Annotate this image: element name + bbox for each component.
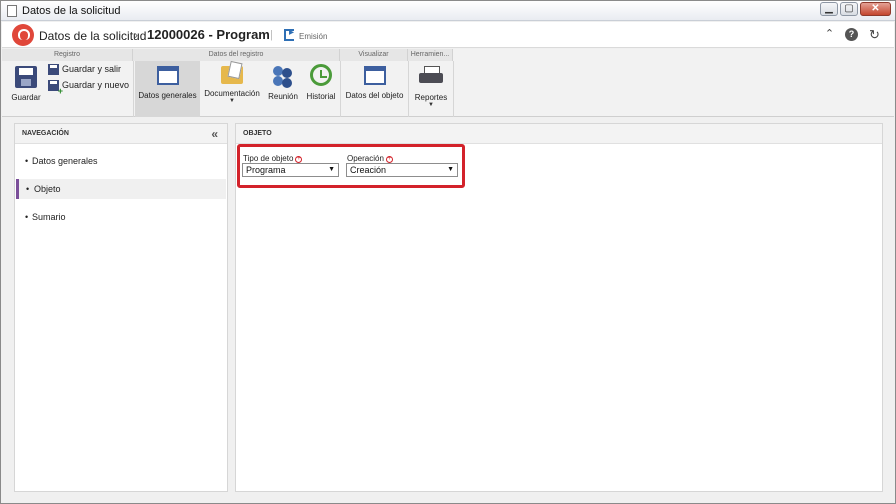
save-new-icon: [48, 80, 63, 96]
save-new-label: Guardar y nuevo: [62, 80, 130, 90]
dropdown-arrow-icon: ▼: [428, 102, 434, 108]
printer-icon: [419, 66, 443, 86]
object-title: OBJETO: [243, 130, 272, 137]
highlight-box: [237, 144, 465, 188]
nav-item-label: Datos generales: [32, 156, 98, 166]
history-label: Historial: [306, 92, 336, 101]
group-title-visualizar: Visualizar: [340, 49, 408, 61]
navigation-panel: NAVEGACIÓN « • Datos generales • Objeto …: [14, 123, 228, 492]
history-clock-icon: [310, 64, 332, 86]
folder-documents-icon: [221, 66, 243, 84]
emission-icon[interactable]: [284, 27, 294, 41]
window-icon: [363, 66, 386, 85]
reports-button[interactable]: Reportes ▼: [411, 66, 451, 108]
save-exit-label: Guardar y salir: [62, 64, 122, 74]
app-logo-icon: [12, 24, 34, 46]
group-divider: [408, 61, 409, 117]
app-name: Datos de la solicitud: [39, 29, 147, 43]
navigation-title: NAVEGACIÓN: [22, 130, 69, 137]
navigation-header: NAVEGACIÓN «: [15, 124, 227, 144]
nav-item-datos-generales[interactable]: • Datos generales: [16, 151, 226, 171]
object-header: OBJETO: [236, 124, 882, 144]
group-divider: [133, 61, 134, 117]
people-icon: [271, 64, 295, 86]
save-icon: [15, 66, 37, 88]
chevron-right-icon: ›: [134, 28, 138, 42]
save-new-button[interactable]: Guardar y nuevo: [48, 80, 130, 96]
meeting-button[interactable]: Reunión: [266, 64, 300, 101]
group-divider: [340, 61, 341, 117]
record-title: 12000026 - Program: [147, 27, 270, 42]
title-bar: Datos de la solicitud ▁ ▢ ✕: [1, 1, 895, 21]
collapse-up-icon[interactable]: ⌃: [823, 28, 836, 41]
window-title: Datos de la solicitud: [22, 5, 121, 17]
nav-item-sumario[interactable]: • Sumario: [16, 207, 226, 227]
window-icon: [156, 66, 179, 85]
bullet-icon: •: [26, 184, 30, 194]
bullet-icon: •: [25, 212, 29, 222]
dropdown-arrow-icon: ▼: [229, 98, 235, 104]
save-button[interactable]: Guardar: [10, 66, 42, 102]
reports-label: Reportes: [414, 93, 448, 102]
nav-item-label: Sumario: [32, 212, 66, 222]
ribbon-toolbar: Registro Datos del registro Visualizar H…: [2, 49, 894, 117]
save-label: Guardar: [11, 93, 41, 102]
documentation-button[interactable]: Documentación ▼: [203, 66, 261, 104]
header-separator: |: [270, 29, 273, 41]
application-window: Datos de la solicitud ▁ ▢ ✕ Datos de la …: [0, 0, 896, 504]
nav-item-objeto[interactable]: • Objeto: [16, 179, 226, 199]
general-data-label: Datos generales: [138, 91, 197, 100]
history-button[interactable]: Historial: [304, 64, 338, 101]
object-data-button[interactable]: Datos del objeto: [343, 66, 406, 100]
meeting-label: Reunión: [268, 92, 298, 101]
refresh-icon[interactable]: ↻: [868, 28, 881, 41]
minimize-button[interactable]: ▁: [820, 2, 838, 16]
app-header: Datos de la solicitud › 12000026 - Progr…: [2, 22, 894, 48]
maximize-button[interactable]: ▢: [840, 2, 858, 16]
bullet-icon: •: [25, 156, 29, 166]
save-exit-button[interactable]: Guardar y salir: [48, 64, 122, 76]
group-title-datos-registro: Datos del registro: [133, 49, 340, 61]
documentation-label: Documentación: [204, 89, 260, 98]
group-title-herramientas: Herramien...: [408, 49, 453, 61]
group-divider: [453, 61, 454, 117]
group-title-registro: Registro: [2, 49, 133, 61]
nav-item-label: Objeto: [34, 184, 61, 194]
document-icon: [7, 5, 17, 17]
collapse-left-icon[interactable]: «: [211, 124, 218, 144]
save-exit-icon: [48, 64, 59, 76]
object-data-label: Datos del objeto: [345, 91, 404, 100]
close-button[interactable]: ✕: [860, 2, 891, 16]
emission-link[interactable]: Emisión: [299, 32, 327, 41]
help-icon[interactable]: ?: [845, 28, 858, 41]
general-data-button[interactable]: Datos generales: [135, 61, 200, 117]
